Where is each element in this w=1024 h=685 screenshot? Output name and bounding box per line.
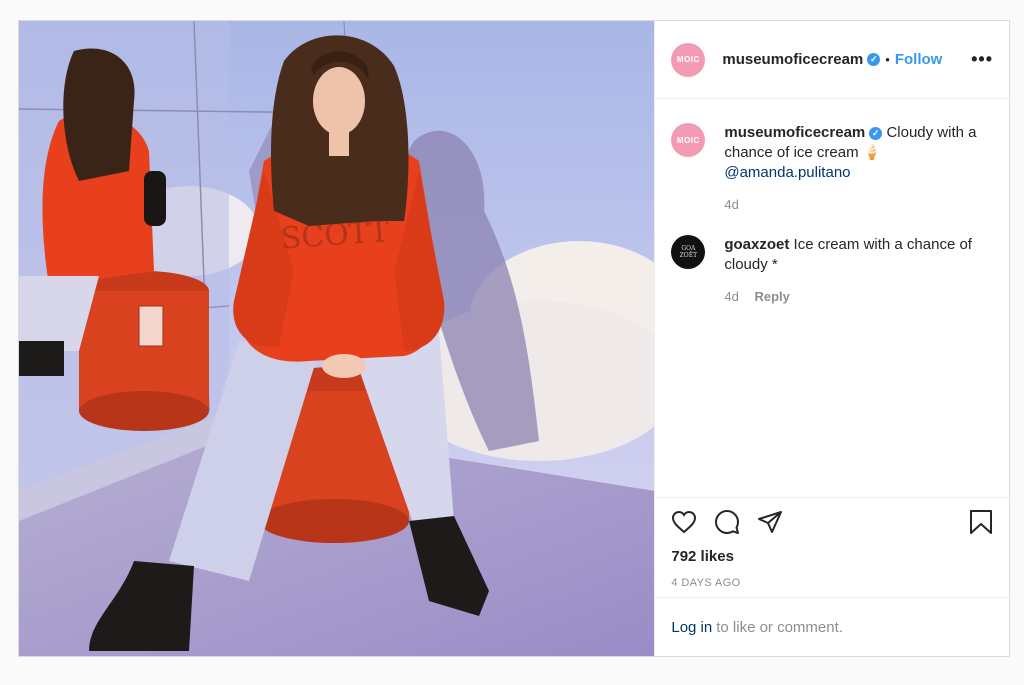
post-photo[interactable]: SCOTT <box>19 21 655 656</box>
heart-icon[interactable] <box>671 510 697 539</box>
caption: MOIC museumoficecream ✓ Cloudy with a cha… <box>671 123 993 215</box>
commenter-username[interactable]: goaxzoet <box>724 236 789 253</box>
avatar-text-line2: ZOËT <box>679 252 698 259</box>
post-timestamp: 4 DAYS AGO <box>671 577 741 589</box>
caption-body: museumoficecream ✓ Cloudy with a chance o… <box>724 123 986 215</box>
commenter-avatar[interactable]: GOA ZOËT <box>671 235 706 269</box>
action-icons <box>671 509 993 540</box>
verified-badge-icon: ✓ <box>869 127 883 140</box>
paper-plane-icon[interactable] <box>757 510 783 539</box>
caption-mention-link[interactable]: @amanda.pulitano <box>724 164 850 181</box>
likes-count[interactable]: 792 likes <box>671 548 993 565</box>
separator-dot: • <box>885 52 890 67</box>
comment-age: 4d <box>724 289 739 304</box>
login-prompt-text: to like or comment. <box>716 618 843 636</box>
comment-item: GOA ZOËT goaxzoet Ice cream with a chanc… <box>671 235 993 307</box>
caption-age: 4d <box>724 197 739 212</box>
caption-meta: 4d <box>724 195 986 215</box>
caption-author[interactable]: museumoficecream <box>724 124 865 141</box>
post-side-panel: MOIC museumoficecream ✓ • Follow ••• MOI… <box>654 21 1009 656</box>
avatar-text-line1: GOA <box>681 245 696 252</box>
comment-body: goaxzoet Ice cream with a chance of clou… <box>724 235 986 307</box>
verified-badge-icon: ✓ <box>867 53 881 66</box>
bookmark-icon[interactable] <box>969 509 993 540</box>
comment-meta: 4d Reply <box>724 287 986 307</box>
comment-bubble-icon[interactable] <box>714 509 740 540</box>
author-username[interactable]: museumoficecream <box>722 51 863 68</box>
caption-author-avatar[interactable]: MOIC <box>671 123 706 157</box>
post-header: MOIC museumoficecream ✓ • Follow ••• <box>655 21 1009 99</box>
follow-button[interactable]: Follow <box>895 51 943 68</box>
author-avatar[interactable]: MOIC <box>671 42 706 77</box>
instagram-post: SCOTT MOIC museumoficecream ✓ • Follow •… <box>18 20 1010 657</box>
photo-illustration: SCOTT <box>19 21 655 656</box>
reply-button[interactable]: Reply <box>754 289 789 304</box>
login-link[interactable]: Log in <box>671 619 712 636</box>
login-prompt: Log in to like or comment. <box>655 597 1009 656</box>
more-options-icon[interactable]: ••• <box>971 49 993 70</box>
post-actions: 792 likes 4 DAYS AGO <box>655 497 1009 597</box>
comments-list: MOIC museumoficecream ✓ Cloudy with a cha… <box>655 99 1009 497</box>
